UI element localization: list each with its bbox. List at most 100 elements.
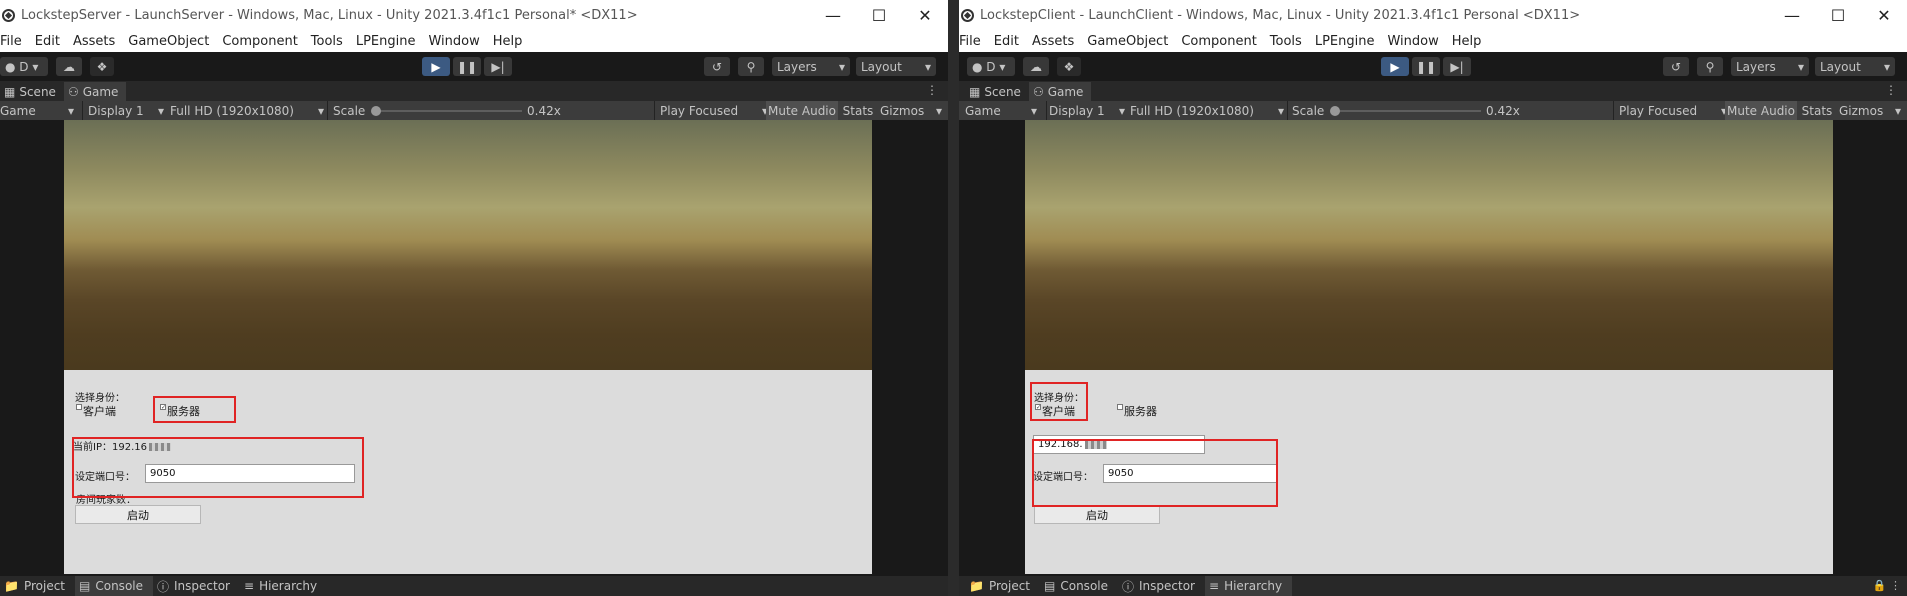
pause-icon[interactable]: ❚❚ (1412, 57, 1440, 76)
step-icon[interactable]: ▶| (1443, 57, 1471, 76)
step-icon[interactable]: ▶| (484, 57, 512, 76)
layers-label: Layers (777, 59, 817, 74)
tab-hierarchy[interactable]: ≡ Hierarchy (240, 576, 327, 596)
play-focused-dropdown[interactable]: Play Focused ▾ (660, 101, 768, 120)
gizmos-dropdown[interactable]: Gizmos ▾ (880, 101, 942, 120)
menu-lpengine[interactable]: LPEngine (356, 34, 416, 49)
menu-component[interactable]: Component (222, 34, 297, 49)
menu-tools[interactable]: Tools (311, 34, 343, 49)
resolution-dropdown[interactable]: Full HD (1920x1080) ▾ (170, 101, 324, 120)
tab-game[interactable]: ⚇ Game (1028, 82, 1092, 101)
tab-inspector[interactable]: ⓘ Inspector (1118, 576, 1205, 596)
stats-toggle[interactable]: Stats (1799, 101, 1835, 120)
menu-edit[interactable]: Edit (35, 34, 60, 49)
stats-toggle[interactable]: Stats (840, 101, 876, 120)
layers-dropdown[interactable]: Layers ▾ (772, 57, 850, 76)
chevron-down-icon: ▾ (935, 103, 942, 118)
chevron-down-icon: ▾ (1118, 103, 1125, 118)
tab-project[interactable]: 📁 Project (0, 576, 75, 596)
close-icon[interactable]: ✕ (1861, 0, 1907, 30)
menu-gameobject[interactable]: GameObject (1087, 34, 1168, 49)
game-mode-dropdown[interactable]: Game ▾ (965, 101, 1041, 120)
menu-window[interactable]: Window (428, 34, 479, 49)
scale-slider-handle[interactable] (1330, 106, 1340, 116)
tab-inspector[interactable]: ⓘ Inspector (153, 576, 240, 596)
tab-project[interactable]: 📁 Project (959, 576, 1040, 596)
scale-slider-handle[interactable] (371, 106, 381, 116)
menu-file[interactable]: File (0, 34, 22, 49)
start-button[interactable]: 启动 (1034, 505, 1160, 524)
tab-console[interactable]: ▤ Console (75, 576, 153, 596)
search-icon[interactable]: ⚲ (738, 57, 764, 76)
menu-help[interactable]: Help (1452, 34, 1482, 49)
gizmos-dropdown[interactable]: Gizmos ▾ (1839, 101, 1901, 120)
gizmos-label: Gizmos (880, 103, 925, 118)
account-dropdown[interactable]: ● D ▾ (967, 57, 1015, 76)
lock-icon[interactable]: 🔒 ⋮ (1873, 579, 1901, 592)
tab-console-label: Console (95, 579, 143, 593)
tab-game-label: Game (82, 84, 119, 99)
menu-help[interactable]: Help (493, 34, 523, 49)
maximize-icon[interactable]: ☐ (856, 0, 902, 30)
maximize-icon[interactable]: ☐ (1815, 0, 1861, 30)
minimize-icon[interactable]: — (1769, 0, 1815, 30)
collab-icon[interactable]: ❖ (90, 57, 114, 76)
client-toggle[interactable]: 客户端 (76, 403, 116, 419)
more-options-icon[interactable]: ⋮ (1885, 83, 1897, 97)
play-icon[interactable]: ▶ (1381, 57, 1409, 76)
layout-label: Layout (1820, 59, 1861, 74)
pause-icon[interactable]: ❚❚ (453, 57, 481, 76)
play-focused-dropdown[interactable]: Play Focused ▾ (1619, 101, 1727, 120)
history-icon[interactable]: ↺ (704, 57, 730, 76)
title-bar: LockstepServer - LaunchServer - Windows,… (0, 0, 948, 30)
close-icon[interactable]: ✕ (902, 0, 948, 30)
menu-gameobject[interactable]: GameObject (128, 34, 209, 49)
menu-lpengine[interactable]: LPEngine (1315, 34, 1375, 49)
more-options-icon[interactable]: ⋮ (926, 83, 938, 97)
menu-assets[interactable]: Assets (73, 34, 115, 49)
mute-audio-toggle[interactable]: Mute Audio (1725, 101, 1797, 120)
tab-scene[interactable]: ▦ Scene (959, 82, 1029, 101)
scale-slider[interactable] (374, 110, 522, 112)
game-mode-dropdown[interactable]: Game ▾ (0, 101, 78, 120)
console-icon: ▤ (1044, 579, 1056, 593)
layers-dropdown[interactable]: Layers ▾ (1731, 57, 1809, 76)
collab-icon[interactable]: ❖ (1057, 57, 1081, 76)
menu-edit[interactable]: Edit (994, 34, 1019, 49)
mute-audio-toggle[interactable]: Mute Audio (766, 101, 838, 120)
scene-icon: ▦ (4, 84, 16, 99)
tab-scene[interactable]: ▦ Scene (0, 82, 64, 101)
history-icon[interactable]: ↺ (1663, 57, 1689, 76)
server-toggle[interactable]: 服务器 (1117, 403, 1157, 419)
layout-dropdown[interactable]: Layout ▾ (856, 57, 936, 76)
tab-hierarchy[interactable]: ≡ Hierarchy (1205, 576, 1293, 596)
display-dropdown[interactable]: Display 1 ▾ (88, 101, 164, 120)
layout-dropdown[interactable]: Layout ▾ (1815, 57, 1895, 76)
menu-assets[interactable]: Assets (1032, 34, 1074, 49)
cloud-icon[interactable]: ☁ (1023, 57, 1049, 76)
resolution-dropdown[interactable]: Full HD (1920x1080) ▾ (1130, 101, 1284, 120)
window-controls: — ☐ ✕ (1769, 0, 1907, 30)
menu-bar: File Edit Assets GameObject Component To… (0, 30, 948, 52)
menu-file[interactable]: File (959, 34, 981, 49)
account-label: D (19, 59, 29, 74)
tab-console[interactable]: ▤ Console (1040, 576, 1118, 596)
scale-slider[interactable] (1333, 110, 1481, 112)
menu-component[interactable]: Component (1181, 34, 1256, 49)
minimize-icon[interactable]: — (810, 0, 856, 30)
tab-scene-label: Scene (984, 84, 1021, 99)
menu-window[interactable]: Window (1387, 34, 1438, 49)
tab-game[interactable]: ⚇ Game (63, 82, 127, 101)
display-label: Display 1 (88, 103, 144, 118)
account-dropdown[interactable]: ● D ▾ (0, 57, 48, 76)
start-button[interactable]: 启动 (75, 505, 201, 524)
search-icon[interactable]: ⚲ (1697, 57, 1723, 76)
bottom-tab-bar: 📁 Project ▤ Console ⓘ Inspector ≡ Hierar… (959, 576, 1907, 596)
menu-tools[interactable]: Tools (1270, 34, 1302, 49)
game-canvas: 选择身份： 客户端 ✓ 服务器 当前IP：192.16 设定端口号： 9050 … (64, 120, 872, 574)
cloud-icon[interactable]: ☁ (56, 57, 82, 76)
separator (1613, 101, 1614, 120)
display-dropdown[interactable]: Display 1 ▾ (1049, 101, 1125, 120)
play-icon[interactable]: ▶ (422, 57, 450, 76)
skybox (1025, 120, 1833, 370)
